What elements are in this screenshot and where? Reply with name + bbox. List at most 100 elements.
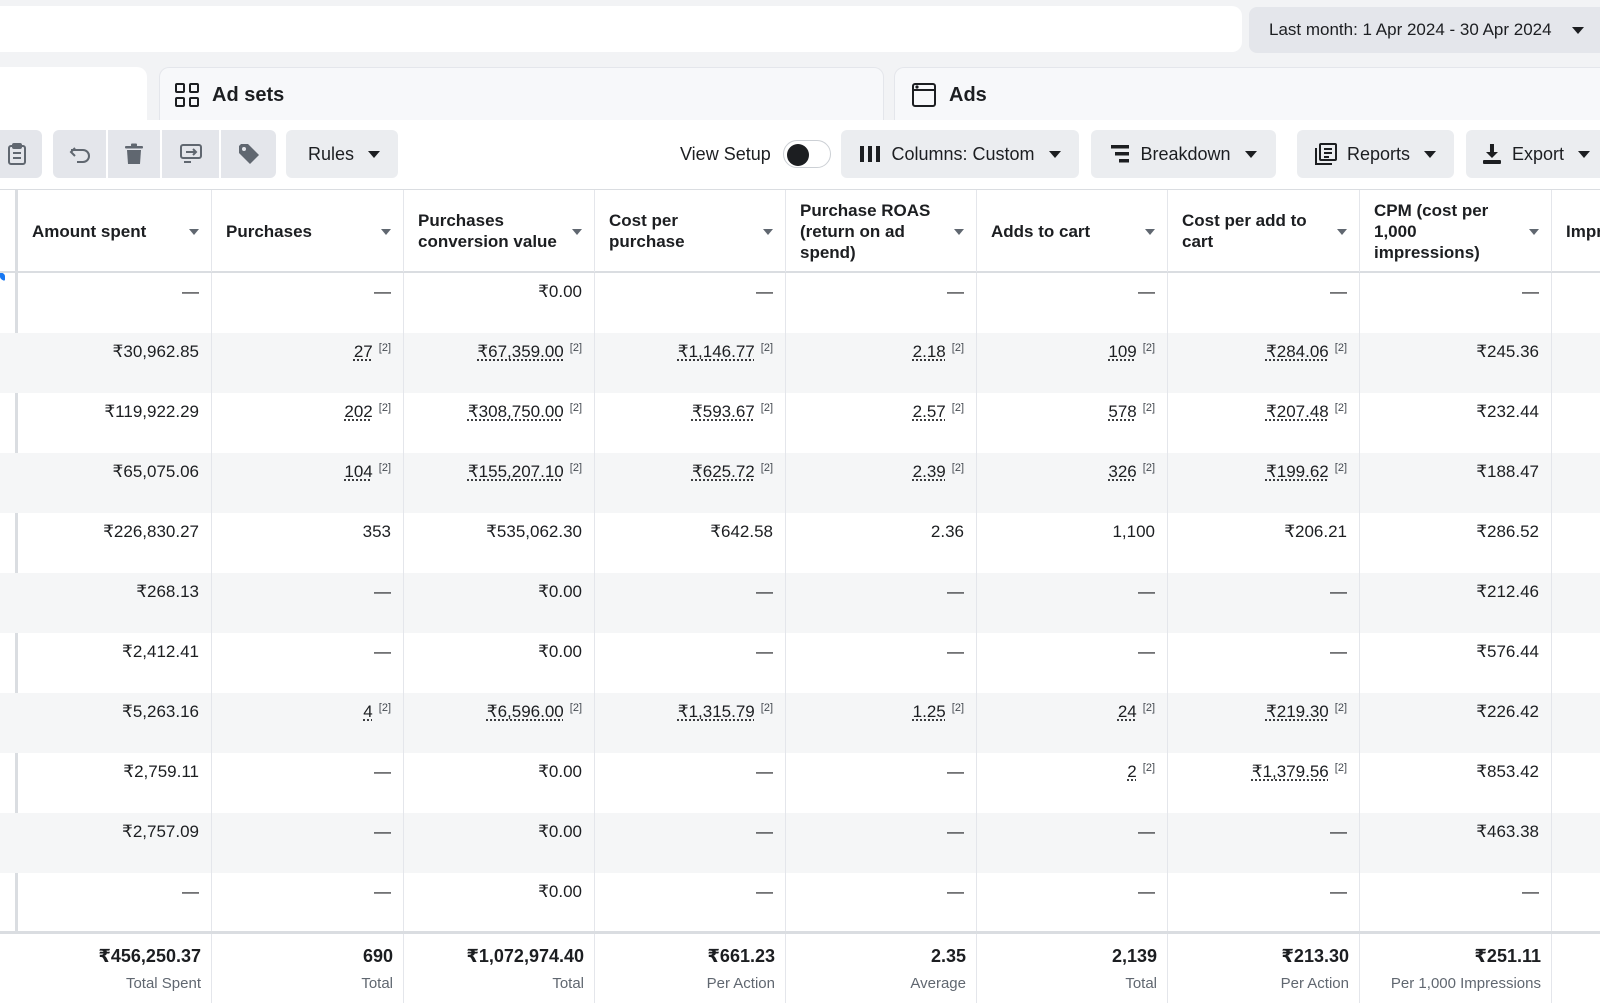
column-header[interactable]: Adds to cart bbox=[977, 190, 1168, 272]
footnote-marker[interactable]: [2] bbox=[1335, 762, 1347, 774]
column-header[interactable]: Purchases bbox=[212, 190, 404, 272]
paste-button[interactable] bbox=[0, 130, 42, 178]
cell-value[interactable]: ₹284.06 bbox=[1266, 342, 1329, 361]
cell-value[interactable]: 202 bbox=[344, 402, 372, 421]
table-row[interactable]: ₹268.13 — ₹0.00 — — — — ₹212.46 bbox=[0, 573, 1600, 633]
cell-value[interactable]: ₹308,750.00 bbox=[468, 402, 564, 421]
footnote-marker[interactable]: [2] bbox=[1143, 762, 1155, 774]
undo-button[interactable] bbox=[53, 130, 106, 178]
footnote-marker[interactable]: [2] bbox=[761, 402, 773, 414]
footnote-marker[interactable]: [2] bbox=[952, 702, 964, 714]
cell-value[interactable]: ₹6,596.00 bbox=[487, 702, 564, 721]
export-button[interactable]: Export bbox=[1466, 130, 1600, 178]
cell-value[interactable]: 2.57 bbox=[913, 402, 946, 421]
column-header[interactable]: Purchase ROAS (return on ad spend) bbox=[786, 190, 977, 272]
sort-caret-icon[interactable] bbox=[572, 229, 582, 235]
column-header[interactable]: Impr bbox=[1552, 190, 1600, 272]
footnote-marker[interactable]: [2] bbox=[379, 462, 391, 474]
column-header[interactable]: Amount spent bbox=[18, 190, 212, 272]
table-row[interactable]: ₹226,830.27 353 ₹535,062.30 ₹642.58 2.36 1,10… bbox=[0, 513, 1600, 573]
cell-value[interactable]: 578 bbox=[1108, 402, 1136, 421]
cell-value[interactable]: ₹155,207.10 bbox=[468, 462, 564, 481]
tab-campaigns[interactable] bbox=[0, 67, 147, 122]
footnote-marker[interactable]: [2] bbox=[1143, 462, 1155, 474]
cell-value[interactable]: 2.18 bbox=[913, 342, 946, 361]
footnote-marker[interactable]: [2] bbox=[570, 702, 582, 714]
download-icon bbox=[1482, 144, 1501, 164]
sort-caret-icon[interactable] bbox=[381, 229, 391, 235]
columns-button[interactable]: Columns: Custom bbox=[841, 130, 1079, 178]
footnote-marker[interactable]: [2] bbox=[1335, 462, 1347, 474]
cell-value[interactable]: 2 bbox=[1127, 762, 1136, 781]
table-header-row: Amount spent Purchases Purchases conversio… bbox=[0, 189, 1600, 273]
footnote-marker[interactable]: [2] bbox=[1143, 702, 1155, 714]
footnote-marker[interactable]: [2] bbox=[952, 342, 964, 354]
cell-value[interactable]: 104 bbox=[344, 462, 372, 481]
cell-value: ₹576.44 bbox=[1476, 642, 1539, 661]
table-row[interactable]: ₹5,263.16 4 [2] ₹6,596.00 [2] ₹1,315.79 [2] 1.2… bbox=[0, 693, 1600, 753]
breakdown-button[interactable]: Breakdown bbox=[1091, 130, 1276, 178]
footnote-marker[interactable]: [2] bbox=[761, 462, 773, 474]
footnote-marker[interactable]: [2] bbox=[1143, 342, 1155, 354]
cell-value[interactable]: 24 bbox=[1118, 702, 1137, 721]
search-bar[interactable] bbox=[0, 6, 1242, 52]
cell-value[interactable]: 1.25 bbox=[913, 702, 946, 721]
rules-button[interactable]: Rules bbox=[286, 130, 398, 178]
delete-button[interactable] bbox=[108, 130, 160, 178]
table-row[interactable]: — — ₹0.00 — — — — — bbox=[0, 273, 1600, 333]
table-row[interactable]: — — ₹0.00 — — — — — bbox=[0, 873, 1600, 933]
footnote-marker[interactable]: [2] bbox=[952, 462, 964, 474]
table-row[interactable]: ₹2,757.09 — ₹0.00 — — — — ₹463.38 bbox=[0, 813, 1600, 873]
column-header[interactable]: Purchases conversion value bbox=[404, 190, 595, 272]
cell-value[interactable]: 109 bbox=[1108, 342, 1136, 361]
cell-value[interactable]: ₹1,146.77 bbox=[678, 342, 755, 361]
cell-value[interactable]: 326 bbox=[1108, 462, 1136, 481]
column-header[interactable]: Cost per purchase bbox=[595, 190, 786, 272]
table-row[interactable]: ₹119,922.29 202 [2] ₹308,750.00 [2] ₹593.67 [2… bbox=[0, 393, 1600, 453]
footnote-marker[interactable]: [2] bbox=[1335, 702, 1347, 714]
view-setup-toggle[interactable] bbox=[782, 140, 831, 168]
footnote-marker[interactable]: [2] bbox=[570, 342, 582, 354]
sort-caret-icon[interactable] bbox=[1529, 229, 1539, 235]
table-row[interactable]: ₹65,075.06 104 [2] ₹155,207.10 [2] ₹625.72 [2]… bbox=[0, 453, 1600, 513]
footnote-marker[interactable]: [2] bbox=[1335, 342, 1347, 354]
footnote-marker[interactable]: [2] bbox=[570, 402, 582, 414]
cell-value[interactable]: ₹67,359.00 bbox=[477, 342, 563, 361]
cell-value[interactable]: ₹593.67 bbox=[692, 402, 755, 421]
tag-button[interactable] bbox=[221, 130, 276, 178]
reports-button[interactable]: Reports bbox=[1297, 130, 1454, 178]
footnote-marker[interactable]: [2] bbox=[761, 342, 773, 354]
cell-value[interactable]: ₹219.30 bbox=[1266, 702, 1329, 721]
date-range-picker[interactable]: Last month: 1 Apr 2024 - 30 Apr 2024 bbox=[1249, 7, 1600, 53]
footnote-marker[interactable]: [2] bbox=[570, 462, 582, 474]
cell-value[interactable]: ₹1,379.56 bbox=[1252, 762, 1329, 781]
footnote-marker[interactable]: [2] bbox=[379, 702, 391, 714]
footnote-marker[interactable]: [2] bbox=[1335, 402, 1347, 414]
footnote-marker[interactable]: [2] bbox=[379, 402, 391, 414]
edit-button[interactable] bbox=[162, 130, 219, 178]
footnote-marker[interactable]: [2] bbox=[379, 342, 391, 354]
footnote-marker[interactable]: [2] bbox=[952, 402, 964, 414]
cell-value[interactable]: ₹1,315.79 bbox=[678, 702, 755, 721]
column-header[interactable]: Cost per add to cart bbox=[1168, 190, 1360, 272]
cell-value[interactable]: 2.39 bbox=[913, 462, 946, 481]
table-cell: ₹65,075.06 bbox=[18, 453, 212, 513]
footnote-marker[interactable]: [2] bbox=[761, 702, 773, 714]
cell-value[interactable]: ₹199.62 bbox=[1266, 462, 1329, 481]
tab-ads[interactable]: Ads bbox=[894, 67, 1600, 122]
sort-caret-icon[interactable] bbox=[189, 229, 199, 235]
table-row[interactable]: ₹2,759.11 — ₹0.00 — — 2 [2] ₹1,379.56 [2] ₹853.42 bbox=[0, 753, 1600, 813]
sort-caret-icon[interactable] bbox=[1145, 229, 1155, 235]
cell-value[interactable]: ₹207.48 bbox=[1266, 402, 1329, 421]
sort-caret-icon[interactable] bbox=[763, 229, 773, 235]
sort-caret-icon[interactable] bbox=[954, 229, 964, 235]
table-row[interactable]: ₹30,962.85 27 [2] ₹67,359.00 [2] ₹1,146.77 [2]… bbox=[0, 333, 1600, 393]
cell-value[interactable]: ₹625.72 bbox=[692, 462, 755, 481]
footnote-marker[interactable]: [2] bbox=[1143, 402, 1155, 414]
tab-ad-sets[interactable]: Ad sets bbox=[159, 67, 884, 122]
table-row[interactable]: ₹2,412.41 — ₹0.00 — — — — ₹576.44 bbox=[0, 633, 1600, 693]
column-header[interactable]: CPM (cost per 1,000 impressions) bbox=[1360, 190, 1552, 272]
sort-caret-icon[interactable] bbox=[1337, 229, 1347, 235]
cell-value[interactable]: 27 bbox=[354, 342, 373, 361]
cell-value[interactable]: 4 bbox=[363, 702, 372, 721]
